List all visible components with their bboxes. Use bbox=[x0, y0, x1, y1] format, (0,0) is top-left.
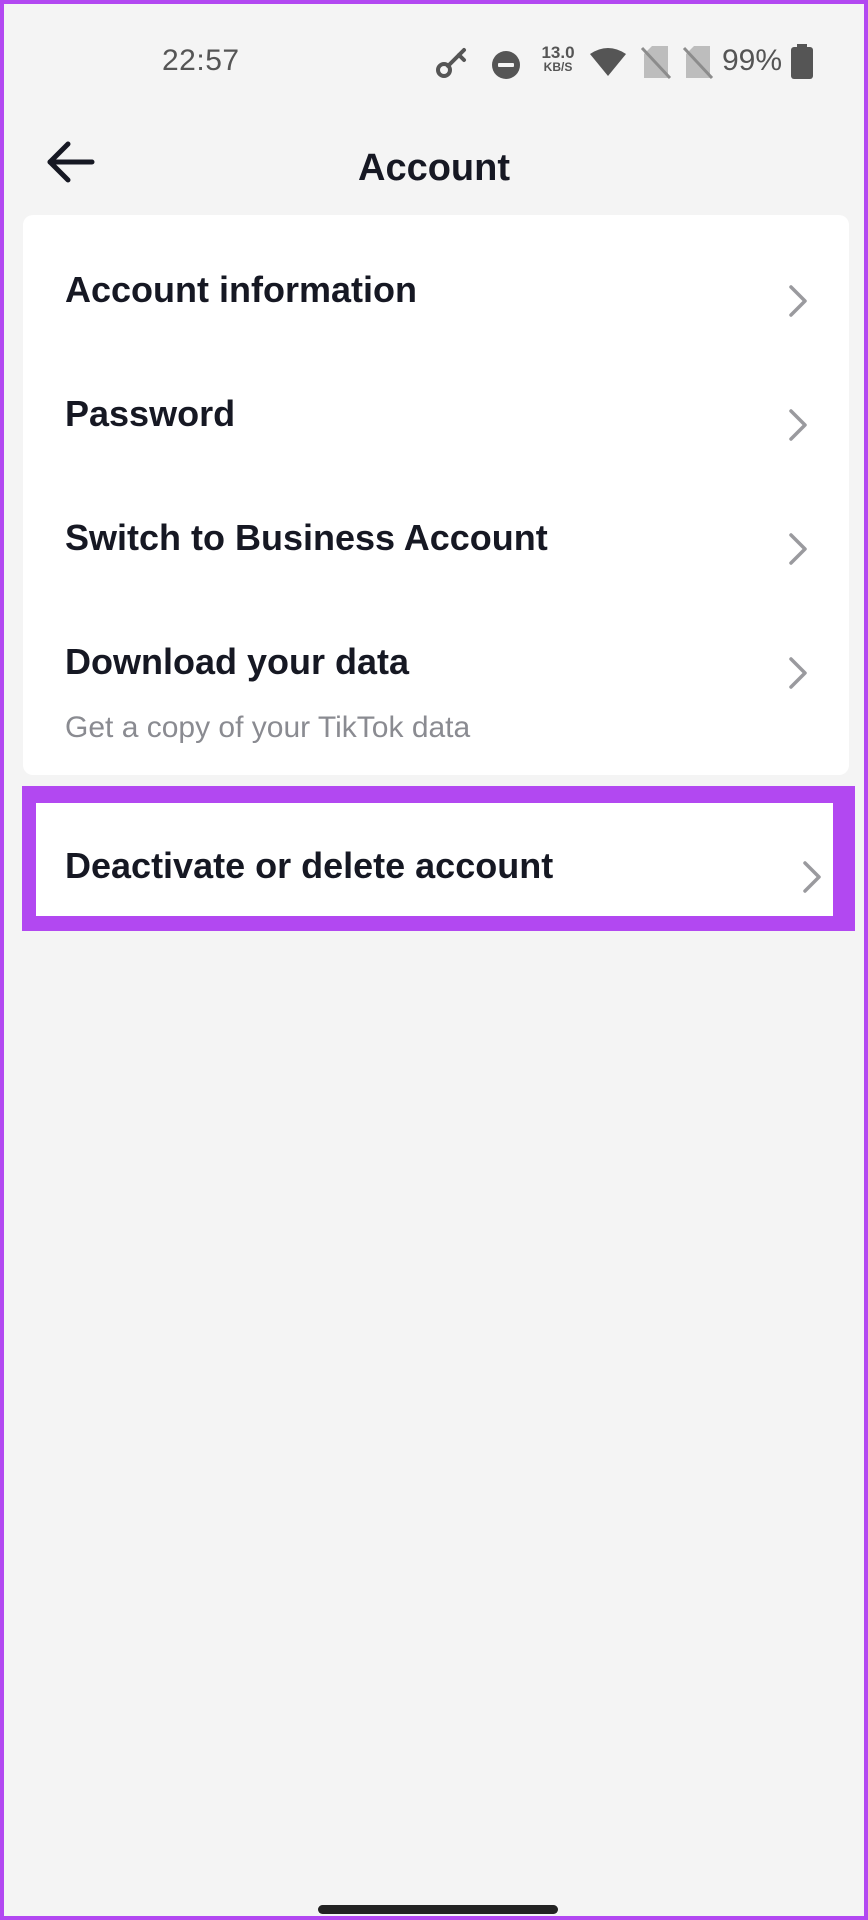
home-indicator[interactable] bbox=[318, 1905, 558, 1914]
menu-item-label: Switch to Business Account bbox=[65, 517, 548, 558]
account-settings-list: Account information Password Switch to B… bbox=[23, 215, 849, 775]
menu-item-label: Deactivate or delete account bbox=[65, 845, 554, 886]
page-title: Account bbox=[358, 147, 510, 189]
chevron-right-icon bbox=[797, 857, 827, 897]
chevron-right-icon bbox=[783, 529, 813, 569]
wifi-icon bbox=[588, 44, 628, 80]
app-screen: 22:57 13.0 KB/S 99% Account Account info… bbox=[0, 0, 868, 1920]
menu-item-switch-business-account[interactable]: Switch to Business Account bbox=[23, 463, 849, 587]
menu-item-subtitle: Get a copy of your TikTok data bbox=[65, 711, 471, 744]
network-speed-value: 13.0 bbox=[541, 43, 575, 62]
chevron-right-icon bbox=[783, 653, 813, 693]
highlight-box: Deactivate or delete account bbox=[22, 786, 855, 931]
no-sim-icon bbox=[640, 44, 672, 80]
menu-item-download-data[interactable]: Download your data Get a copy of your Ti… bbox=[23, 587, 849, 775]
menu-item-label: Password bbox=[65, 393, 236, 434]
status-bar: 22:57 13.0 KB/S 99% bbox=[4, 4, 864, 120]
network-speed-unit: KB/S bbox=[543, 60, 573, 74]
app-header: Account bbox=[4, 120, 864, 216]
battery-percent: 99% bbox=[722, 44, 783, 77]
do-not-disturb-icon bbox=[488, 44, 524, 80]
chevron-right-icon bbox=[783, 281, 813, 321]
network-speed: 13.0 KB/S bbox=[536, 43, 580, 74]
no-sim-icon bbox=[682, 44, 714, 80]
vpn-key-icon bbox=[434, 44, 470, 80]
menu-item-account-information[interactable]: Account information bbox=[23, 215, 849, 339]
menu-item-label: Account information bbox=[65, 269, 417, 310]
menu-item-label: Download your data bbox=[65, 641, 410, 682]
battery-icon bbox=[790, 44, 814, 80]
menu-item-deactivate-delete-account[interactable]: Deactivate or delete account bbox=[36, 803, 833, 916]
chevron-right-icon bbox=[783, 405, 813, 445]
status-time: 22:57 bbox=[162, 44, 240, 77]
menu-item-password[interactable]: Password bbox=[23, 339, 849, 463]
